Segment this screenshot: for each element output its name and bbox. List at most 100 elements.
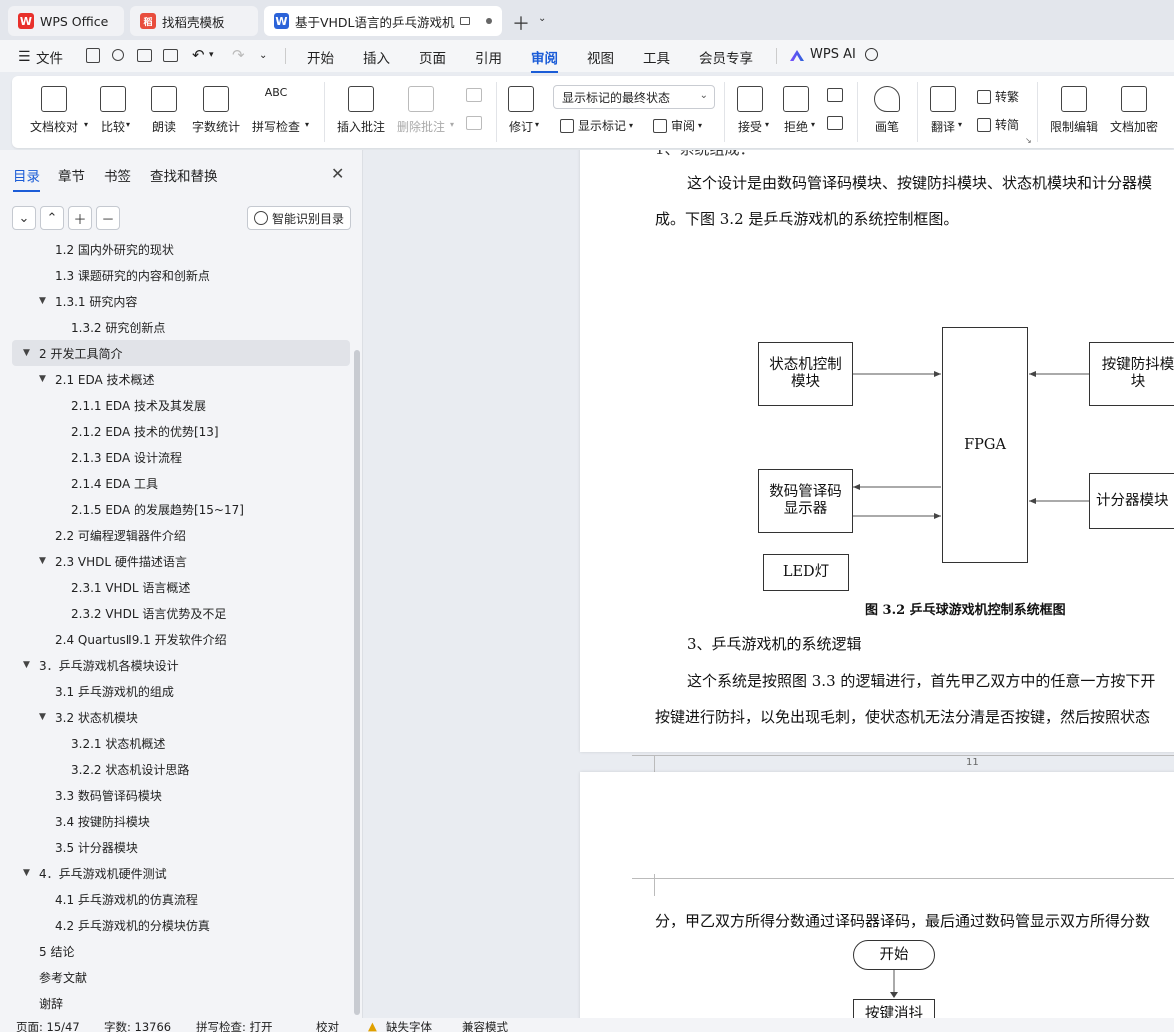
chevron-down-icon[interactable]: ▾: [305, 120, 309, 129]
collapse-down-button[interactable]: ⌄: [12, 206, 36, 230]
toc-item[interactable]: 3.4 按键防抖模块: [39, 808, 150, 834]
menu-home[interactable]: 开始: [307, 47, 334, 67]
status-page[interactable]: 页面: 15/47: [16, 1019, 80, 1032]
menu-view[interactable]: 视图: [587, 47, 614, 67]
document-canvas[interactable]: 1、系统组成： 这个设计是由数码管译码模块、按键防抖模块、状态机模块和计分器模 …: [364, 150, 1174, 1018]
tab-wps-office[interactable]: W WPS Office: [8, 6, 124, 36]
chevron-down-icon[interactable]: ▾: [84, 120, 88, 129]
compare-button[interactable]: 比较: [100, 86, 126, 135]
to-simplified-button[interactable]: 转简: [977, 116, 1019, 133]
toc-item[interactable]: ▼ 3．乒乓游戏机各模块设计: [23, 652, 179, 678]
translate-button[interactable]: 翻译: [930, 86, 956, 135]
menu-insert[interactable]: 插入: [363, 47, 390, 67]
hamburger-icon[interactable]: ☰: [18, 49, 31, 65]
toc-item[interactable]: 2.1.5 EDA 的发展趋势[15~17]: [55, 496, 244, 522]
remove-heading-button[interactable]: －: [96, 206, 120, 230]
print-icon[interactable]: [137, 49, 152, 62]
read-aloud-button[interactable]: 朗读: [151, 86, 177, 135]
chevron-down-icon[interactable]: ▾: [958, 120, 962, 129]
smart-toc-button[interactable]: 智能识别目录: [247, 206, 351, 230]
toc-item[interactable]: 2.3.1 VHDL 语言概述: [55, 574, 190, 600]
toc-item[interactable]: ▼ 4．乒乓游戏机硬件测试: [23, 860, 167, 886]
restrict-edit-button[interactable]: 限制编辑: [1050, 86, 1098, 135]
review-pane-button[interactable]: 审阅 ▾: [653, 117, 702, 134]
toc-item[interactable]: 5 结论: [23, 938, 74, 964]
menu-vip[interactable]: 会员专享: [699, 47, 753, 67]
toc-item[interactable]: 4.1 乒乓游戏机的仿真流程: [39, 886, 198, 912]
chevron-down-icon[interactable]: ▾: [811, 120, 815, 129]
expand-corner-icon[interactable]: ↘: [1025, 136, 1032, 145]
track-changes-button[interactable]: 修订: [508, 86, 534, 135]
add-heading-button[interactable]: ＋: [68, 206, 92, 230]
toc-item[interactable]: ▼ 1.3.1 研究内容: [39, 288, 137, 314]
toc-item[interactable]: ▼ 2.3 VHDL 硬件描述语言: [39, 548, 187, 574]
document-page[interactable]: 1、系统组成： 这个设计是由数码管译码模块、按键防抖模块、状态机模块和计分器模 …: [580, 150, 1174, 777]
chevron-down-icon[interactable]: ⌄: [538, 13, 546, 24]
undo-icon[interactable]: ↶: [192, 46, 205, 64]
insert-comment-button[interactable]: 插入批注: [337, 86, 385, 135]
save-icon[interactable]: [86, 48, 100, 63]
toc-item[interactable]: 谢辞: [23, 990, 63, 1016]
toc-item[interactable]: 2.1.3 EDA 设计流程: [55, 444, 182, 470]
toc-item[interactable]: 3.1 乒乓游戏机的组成: [39, 678, 174, 704]
nav-tab-bookmarks[interactable]: 书签: [104, 165, 131, 185]
status-spell[interactable]: 拼写检查: 打开: [196, 1019, 273, 1032]
menu-references[interactable]: 引用: [475, 47, 502, 67]
toc-item[interactable]: 2.1.4 EDA 工具: [55, 470, 158, 496]
status-proof[interactable]: 校对: [316, 1019, 339, 1032]
chevron-down-icon[interactable]: ▾: [535, 120, 539, 129]
toc-item[interactable]: 3.2.1 状态机概述: [55, 730, 165, 756]
document-page[interactable]: 分，甲乙双方所得分数通过译码器译码，最后通过数码管显示双方所得分数 开始 按键消…: [580, 772, 1174, 1018]
to-traditional-button[interactable]: 转繁: [977, 88, 1019, 105]
next-change-icon[interactable]: [827, 116, 843, 130]
chevron-down-icon[interactable]: ▾: [126, 120, 130, 129]
toc-item[interactable]: ▼ 3.2 状态机模块: [39, 704, 138, 730]
menu-wps-ai[interactable]: WPS AI: [810, 47, 856, 62]
toc-item[interactable]: 2.2 可编程逻辑器件介绍: [39, 522, 186, 548]
show-markup-button[interactable]: 显示标记 ▾: [560, 117, 633, 134]
more-icon[interactable]: ⌄: [259, 50, 267, 61]
close-icon[interactable]: ✕: [331, 164, 344, 183]
expand-up-button[interactable]: ⌃: [40, 206, 64, 230]
expand-arrow-icon[interactable]: ▼: [39, 374, 47, 384]
toc-item[interactable]: 1.3.2 研究创新点: [55, 314, 165, 340]
search-icon[interactable]: [865, 48, 878, 61]
toc-item[interactable]: 2.1.2 EDA 技术的优势[13]: [55, 418, 219, 444]
toc-item[interactable]: 1.2 国内外研究的现状: [39, 238, 174, 262]
chevron-down-icon[interactable]: ▾: [209, 50, 214, 60]
print-preview-icon[interactable]: [163, 49, 178, 62]
prev-change-icon[interactable]: [827, 88, 843, 102]
menu-file[interactable]: 文件: [36, 47, 63, 67]
menu-tools[interactable]: 工具: [643, 47, 670, 67]
doc-check-button[interactable]: 文档校对: [30, 86, 78, 135]
doc-encrypt-button[interactable]: 文档加密: [1110, 86, 1158, 135]
menu-review[interactable]: 审阅: [531, 47, 558, 73]
menu-page[interactable]: 页面: [419, 47, 446, 67]
tab-template[interactable]: 稻 找稻壳模板: [130, 6, 258, 36]
expand-arrow-icon[interactable]: ▼: [23, 348, 31, 358]
toc-item[interactable]: ▼ 2.1 EDA 技术概述: [39, 366, 155, 392]
expand-arrow-icon[interactable]: ▼: [23, 868, 31, 878]
pin-icon[interactable]: [112, 49, 124, 61]
nav-tab-chapters[interactable]: 章节: [58, 165, 85, 185]
expand-arrow-icon[interactable]: ▼: [39, 296, 47, 306]
expand-arrow-icon[interactable]: ▼: [23, 660, 31, 670]
markup-mode-select[interactable]: 显示标记的最终状态 ⌄: [553, 85, 715, 109]
toc-item[interactable]: 2.1.1 EDA 技术及其发展: [55, 392, 206, 418]
toc-item[interactable]: ▼ 2 开发工具简介: [12, 340, 350, 366]
word-count-button[interactable]: 字数统计: [192, 86, 240, 135]
chevron-down-icon[interactable]: ▾: [765, 120, 769, 129]
toc-item[interactable]: 3.2.2 状态机设计思路: [55, 756, 189, 782]
nav-tab-find-replace[interactable]: 查找和替换: [150, 165, 218, 185]
toc-item[interactable]: 2.3.2 VHDL 语言优势及不足: [55, 600, 226, 626]
toc-item[interactable]: 1.3 课题研究的内容和创新点: [39, 262, 210, 288]
close-dot-icon[interactable]: [486, 18, 492, 24]
reject-button[interactable]: 拒绝: [783, 86, 809, 135]
spell-check-button[interactable]: ABC 拼写检查: [252, 86, 300, 135]
toc-item[interactable]: 2.4 QuartusⅡ9.1 开发软件介绍: [39, 626, 227, 652]
toc-scrollbar[interactable]: [354, 350, 360, 1015]
toc-item[interactable]: 3.3 数码管译码模块: [39, 782, 162, 808]
expand-arrow-icon[interactable]: ▼: [39, 556, 47, 566]
expand-arrow-icon[interactable]: ▼: [39, 712, 47, 722]
tab-document[interactable]: W 基于VHDL语言的乒乓游戏机甲: [264, 6, 502, 36]
